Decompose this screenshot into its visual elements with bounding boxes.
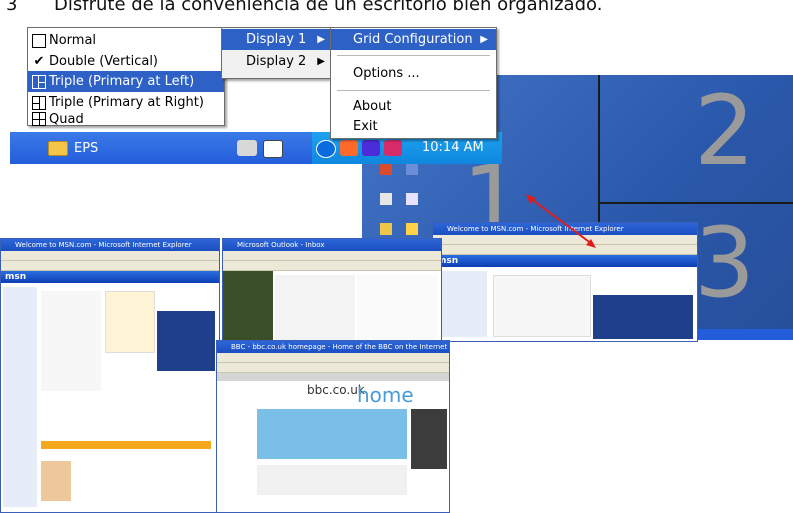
taskbar-clock: 10:14 AM (422, 140, 484, 155)
grid-divider-horizontal (598, 202, 793, 204)
page-caption: 3 Disfrute de la conveniencia de un escri… (0, 0, 793, 18)
menu-separator (337, 55, 490, 56)
caption-text: Disfrute de la conveniencia de un escrit… (54, 0, 603, 15)
desktop-icon[interactable] (406, 223, 418, 235)
menu-item-display-2[interactable]: Display 2 ▶ (222, 51, 333, 72)
single-grid-icon (32, 33, 46, 48)
menu-item-double-vertical[interactable]: ✔ Double (Vertical) (28, 51, 224, 72)
help-icon[interactable] (263, 140, 283, 158)
submenu-arrow-icon: ▶ (317, 56, 325, 67)
submenu-arrow-icon: ▶ (480, 34, 488, 45)
back-arrow-icon[interactable] (316, 140, 336, 158)
speaker-icon[interactable] (362, 140, 380, 156)
main-menu: Grid Configuration ▶ Options ... About E… (330, 27, 497, 139)
bbc-headline: home (357, 383, 414, 407)
desktop-icon[interactable] (406, 193, 418, 205)
triple-right-grid-icon (32, 95, 46, 110)
msn-left-title: Welcome to MSN.com - Microsoft Internet … (1, 239, 219, 251)
outlook-toolbar (223, 251, 441, 261)
red-arrow (526, 194, 596, 248)
address-bar[interactable] (217, 363, 449, 373)
menu-item-triple-left[interactable]: Triple (Primary at Left) (28, 71, 224, 92)
eps-taskbar-button[interactable]: EPS (48, 138, 98, 158)
browser-toolbar (217, 353, 449, 363)
menu-item-options[interactable]: Options ... (331, 63, 496, 84)
bbc-title: BBC - bbc.co.uk homepage - Home of the B… (217, 341, 449, 353)
checkmark-icon: ✔ (33, 54, 45, 69)
outlook-toolbar-2 (223, 261, 441, 271)
network-icon[interactable] (340, 140, 358, 156)
layout-menu: Normal ✔ Double (Vertical) Triple (Prima… (27, 27, 225, 127)
menu-item-quad[interactable]: Quad (28, 112, 224, 127)
desktop-icon[interactable] (380, 163, 392, 175)
desktop-icon[interactable] (406, 163, 418, 175)
quad-grid-icon (32, 112, 46, 126)
outlook-title: Microsoft Outlook - Inbox (223, 239, 441, 251)
bbc-window[interactable]: BBC - bbc.co.uk homepage - Home of the B… (216, 340, 450, 513)
grid-number-3: 3 (694, 207, 756, 319)
menu-item-about[interactable]: About (331, 96, 496, 117)
monitor-icon[interactable] (384, 140, 402, 156)
keyboard-icon[interactable] (237, 140, 257, 156)
menu-item-exit[interactable]: Exit (331, 116, 496, 137)
desktop-icon[interactable] (380, 193, 392, 205)
menu-item-display-1[interactable]: Display 1 ▶ (222, 29, 333, 50)
menu-item-normal[interactable]: Normal (28, 30, 224, 51)
menu-separator (337, 90, 490, 91)
menu-item-triple-right[interactable]: Triple (Primary at Right) (28, 92, 224, 113)
folder-icon (48, 140, 68, 156)
submenu-arrow-icon: ▶ (317, 34, 325, 45)
msn-right-brand: msn (433, 255, 697, 267)
menu-item-grid-configuration[interactable]: Grid Configuration ▶ (331, 29, 496, 50)
address-bar[interactable] (1, 261, 219, 271)
eps-label: EPS (74, 140, 99, 156)
browser-toolbar (1, 251, 219, 261)
msn-window-left[interactable]: Welcome to MSN.com - Microsoft Internet … (0, 238, 220, 513)
display-menu: Display 1 ▶ Display 2 ▶ (221, 27, 334, 79)
grid-number-2: 2 (694, 75, 756, 187)
triple-left-grid-icon (32, 74, 46, 89)
caption-number: 3 (6, 0, 18, 15)
msn-left-brand: msn (1, 271, 219, 283)
desktop-icon[interactable] (380, 223, 392, 235)
